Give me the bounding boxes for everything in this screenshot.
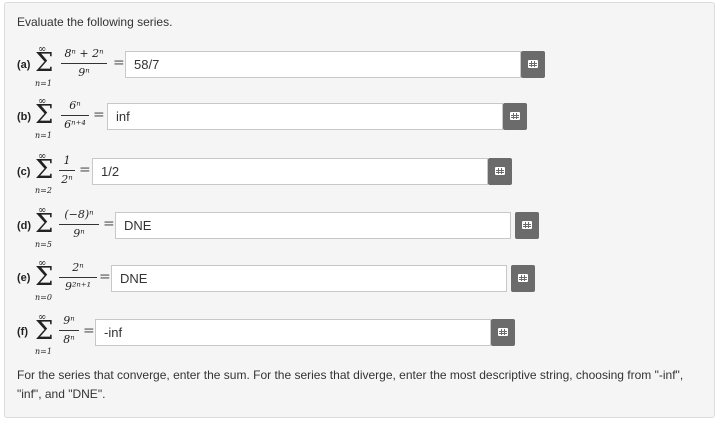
part-label-f: (f) [17,326,28,338]
sum-symbol-e: ∞ Σ n=0 [35,258,54,302]
keyboard-icon [510,112,520,120]
equals-sign: = [93,107,105,123]
answer-input-c[interactable]: 1/2 [92,158,488,185]
answer-input-f[interactable]: -inf [95,319,491,346]
sum-symbol-f: ∞ Σ n=1 [35,312,54,356]
keyboard-icon [522,221,532,229]
math-keyboard-button-e[interactable] [511,265,535,292]
part-label-a: (a) [17,59,31,71]
question-panel: Evaluate the following series. (a) ∞ Σ n… [4,2,715,418]
part-label-b: (b) [17,111,32,123]
math-keyboard-button-c[interactable] [488,158,512,185]
math-keyboard-button-f[interactable] [491,319,515,346]
fraction-e: 2ⁿ 9²ⁿ⁺¹ [59,261,97,294]
fraction-c: 1 2ⁿ [59,154,75,187]
fraction-f: 9ⁿ 8ⁿ [59,314,79,347]
equals-sign: = [103,216,115,232]
equals-sign: = [99,269,111,285]
instructions-text: For the series that converge, enter the … [17,368,684,401]
equals-sign: = [79,162,91,178]
sum-symbol-d: ∞ Σ n=5 [35,205,54,249]
part-label-c: (c) [17,166,31,178]
equals-sign: = [83,323,95,339]
math-keyboard-button-a[interactable] [521,51,545,78]
answer-input-b[interactable]: inf [107,103,503,130]
sum-symbol-c: ∞ Σ n=2 [35,151,54,195]
keyboard-icon [528,60,538,68]
part-label-e: (e) [17,272,31,284]
equals-sign: = [113,55,125,71]
answer-input-a[interactable]: 58/7 [125,51,521,78]
math-keyboard-button-b[interactable] [503,103,527,130]
sum-symbol-b: ∞ Σ n=1 [35,96,54,140]
answer-input-e[interactable]: DNE [111,265,507,292]
fraction-d: (−8)ⁿ 9ⁿ [59,208,99,241]
fraction-b: 6ⁿ 6ⁿ⁺⁴ [61,99,89,132]
keyboard-icon [498,328,508,336]
answer-input-d[interactable]: DNE [115,212,511,239]
question-prompt: Evaluate the following series. [17,15,173,29]
keyboard-icon [518,274,528,282]
keyboard-icon [495,167,505,175]
sum-symbol-a: ∞ Σ n=1 [35,44,54,88]
math-keyboard-button-d[interactable] [515,212,539,239]
fraction-a: 8ⁿ + 2ⁿ 9ⁿ [61,47,107,80]
part-label-d: (d) [17,220,32,232]
